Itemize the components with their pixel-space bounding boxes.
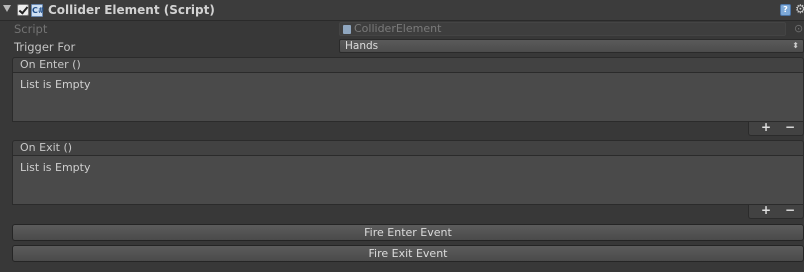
remove-exit-listener-button[interactable]: −	[785, 203, 795, 217]
component-title: Collider Element (Script)	[48, 3, 215, 17]
script-label: Script	[14, 22, 48, 36]
on-exit-footer: + −	[748, 203, 804, 219]
dropdown-arrows-icon: ⬍	[792, 41, 799, 50]
gear-icon[interactable]: ⚙	[795, 2, 804, 16]
component-enable-checkbox[interactable]	[17, 4, 29, 16]
trigger-for-label: Trigger For	[14, 40, 76, 54]
trigger-for-value: Hands	[345, 40, 379, 52]
fire-exit-event-button[interactable]: Fire Exit Event	[12, 245, 804, 262]
script-field-value: ColliderElement	[354, 22, 442, 35]
object-picker-icon: ⊙	[794, 22, 804, 35]
on-enter-footer: + −	[748, 120, 804, 136]
fire-enter-event-button[interactable]: Fire Enter Event	[12, 224, 804, 241]
script-icon: C#	[31, 4, 45, 17]
on-exit-event-list: List is Empty	[12, 156, 804, 205]
add-enter-listener-button[interactable]: +	[761, 120, 771, 134]
on-enter-event-list: List is Empty	[12, 73, 804, 122]
on-enter-empty-text: List is Empty	[20, 78, 91, 91]
script-object-field: ColliderElement	[339, 22, 786, 36]
on-exit-event-header: On Exit ()	[12, 140, 804, 156]
add-exit-listener-button[interactable]: +	[761, 203, 771, 217]
remove-enter-listener-button[interactable]: −	[785, 120, 795, 134]
on-enter-event-header: On Enter ()	[12, 57, 804, 73]
script-file-icon	[343, 25, 351, 34]
trigger-for-dropdown[interactable]: Hands ⬍	[339, 39, 804, 53]
help-icon[interactable]: ?	[780, 4, 791, 16]
foldout-arrow-icon[interactable]	[3, 5, 11, 12]
on-exit-empty-text: List is Empty	[20, 161, 91, 174]
